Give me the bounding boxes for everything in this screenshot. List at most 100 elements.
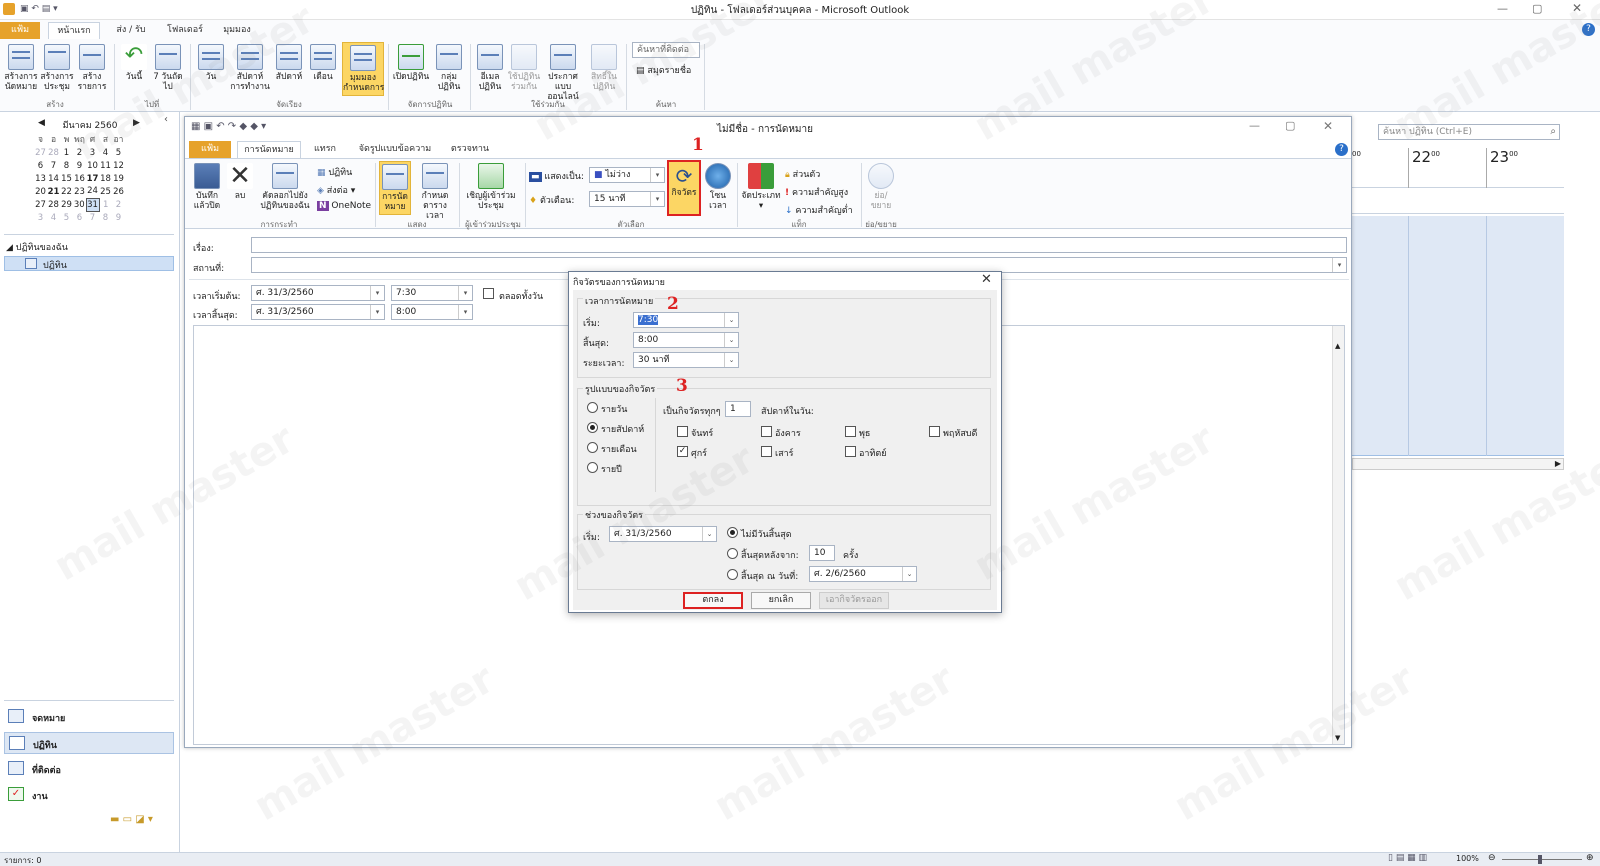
mini-calendar-day[interactable]: 15 [60,172,73,185]
calendar-hscroll[interactable]: ▶ [1352,458,1564,470]
remove-recurrence-button[interactable]: เอากิจวัตรออก [819,592,889,609]
nav-calendar[interactable]: ปฏิทิน [4,732,174,754]
mini-calendar-day[interactable]: 8 [99,211,112,224]
work-week-button[interactable]: สัปดาห์การทำงาน [230,44,270,92]
onenote-button[interactable]: N OneNote [317,201,371,211]
mini-calendar-day[interactable]: 14 [47,172,60,185]
tab-home[interactable]: หน้าแรก [48,22,100,39]
tab-file[interactable]: แฟ้ม [0,22,40,39]
appt-help-icon[interactable]: ? [1335,143,1348,156]
ok-button[interactable]: ตกลง [683,592,743,609]
mini-calendar-day[interactable]: 26 [112,185,125,198]
mini-calendar-day[interactable]: 3 [34,211,47,224]
collapse-pane-icon[interactable]: ‹ [164,114,168,125]
today-button[interactable]: ↶ วันนี้ [118,44,150,82]
new-appointment-button[interactable]: สร้างการนัดหมาย [2,44,40,92]
prev-month-icon[interactable]: ◀ [38,118,45,128]
end-date-input[interactable]: ศ. 31/3/2560 ▾ [251,304,385,320]
duration-input[interactable]: 30 นาที ⌄ [633,352,739,368]
dialog-close-icon[interactable]: ✕ [981,272,992,287]
mini-calendar-day[interactable]: 12 [112,159,125,172]
yearly-radio[interactable] [587,462,598,473]
my-calendars-header[interactable]: ◢ ปฏิทินของฉัน [6,240,68,254]
mini-calendar-day[interactable]: 29 [60,198,73,211]
mini-calendar-day[interactable]: 2 [73,146,86,159]
nav-shortcuts-icons[interactable]: ▬ ▭ ◪ ▾ [110,814,153,825]
publish-online-button[interactable]: ประกาศแบบออนไลน์ [542,44,584,102]
view-switch-icons[interactable]: ▯ ▤ ▦ ▥ [1388,853,1427,863]
mini-calendar-day[interactable]: 28 [47,198,60,211]
week-view-button[interactable]: สัปดาห์ [272,44,306,82]
calendar-schedule-blue[interactable] [1352,216,1564,456]
mini-calendar-day[interactable]: 5 [112,146,125,159]
mini-calendar-day[interactable]: 22 [60,185,73,198]
appt-tab-appointment[interactable]: การนัดหมาย [237,141,301,158]
private-button[interactable]: 🔒︎ ส่วนตัว [785,167,820,181]
mini-calendar-day[interactable]: 9 [73,159,86,172]
weekly-radio[interactable] [587,422,598,433]
reminder-dropdown[interactable]: 15 นาที ▾ [589,191,665,207]
address-book-button[interactable]: ▤ สมุดรายชื่อ [636,63,691,77]
tuesday-checkbox[interactable] [761,426,772,437]
calendar-search-input[interactable]: ค้นหา ปฏิทิน (Ctrl+E) ⌕ [1378,124,1560,140]
subject-input[interactable] [251,237,1347,253]
restore-icon[interactable]: ▢ [1532,2,1542,15]
categorize-button[interactable]: จัดประเภท ▾ [741,163,781,211]
close-icon[interactable]: ✕ [1572,1,1582,15]
mini-calendar-day[interactable]: 9 [112,211,125,224]
all-day-checkbox[interactable] [483,288,494,299]
end-by-radio[interactable] [727,569,738,580]
sunday-checkbox[interactable] [845,446,856,457]
mini-calendar-day[interactable]: 8 [60,159,73,172]
next-month-icon[interactable]: ▶ [133,118,140,128]
mini-calendar-day[interactable]: 6 [73,211,86,224]
schedule-view-button[interactable]: มุมมองกำหนดการ [342,42,384,96]
scheduling-button[interactable]: กำหนดตารางเวลา [415,163,455,221]
nav-mail[interactable]: จดหมาย [4,706,174,728]
notes-scrollbar[interactable]: ▲ ▼ [1332,326,1344,744]
new-meeting-button[interactable]: สร้างการประชุม [38,44,76,92]
mini-calendar-day[interactable]: 16 [73,172,86,185]
search-icon[interactable]: ⌕ [1550,125,1556,139]
mini-calendar-day[interactable]: 20 [34,185,47,198]
start-date-input[interactable]: ศ. 31/3/2560 ▾ [251,285,385,301]
month-view-button[interactable]: เดือน [306,44,340,82]
end-after-radio[interactable] [727,548,738,559]
zoom-slider-thumb[interactable] [1538,855,1542,864]
daily-radio[interactable] [587,402,598,413]
appt-minimize-icon[interactable]: — [1249,119,1260,132]
mini-calendar-day[interactable]: 11 [99,159,112,172]
zoom-slider[interactable] [1502,859,1582,860]
mini-calendar-day[interactable]: 7 [86,211,99,224]
mini-calendar-day[interactable]: 18 [99,172,112,185]
scroll-down-icon[interactable]: ▼ [1335,734,1340,742]
show-as-dropdown[interactable]: ■ ไม่ว่าง ▾ [589,167,665,183]
mini-calendar-day[interactable]: 1 [60,146,73,159]
high-importance-button[interactable]: ! ความสำคัญสูง [785,185,848,199]
next-7-days-button[interactable]: 7 วันถัดไป [150,44,186,92]
mini-calendar-day[interactable]: 30 [73,198,86,211]
scroll-right-icon[interactable]: ▶ [1555,459,1561,468]
wednesday-checkbox[interactable] [845,426,856,437]
mini-calendar-day[interactable]: 27 [34,146,47,159]
mini-calendar-day[interactable]: 4 [99,146,112,159]
nav-contacts[interactable]: ที่ติดต่อ [4,758,174,780]
recur-every-input[interactable]: 1 [725,401,751,417]
calendar-permissions-button[interactable]: สิทธิ์ในปฏิทิน [586,44,622,92]
monthly-radio[interactable] [587,442,598,453]
mini-calendar-day[interactable]: 6 [34,159,47,172]
mini-calendar-day[interactable]: 4 [47,211,60,224]
quick-access-toolbar[interactable]: ▣ ↶ ▤ ▾ [20,4,90,15]
tab-folder[interactable]: โฟลเดอร์ [160,22,210,39]
share-calendar-button[interactable]: ใช้ปฏิทินร่วมกัน [506,44,542,92]
mini-calendar-day[interactable]: 2 [112,198,125,211]
appt-tab-file[interactable]: แฟ้ม [189,141,231,158]
invite-attendees-button[interactable]: เชิญผู้เข้าร่วมประชุม [463,163,519,211]
mini-calendar-day[interactable]: 5 [60,211,73,224]
dialog-end-input[interactable]: 8:00 ⌄ [633,332,739,348]
mini-calendar-day[interactable]: 19 [112,172,125,185]
forward-button[interactable]: ◈ ส่งต่อ ▾ [317,183,355,197]
copy-to-calendar-button[interactable]: คัดลอกไปยังปฏิทินของฉัน [257,163,313,211]
start-time-input[interactable]: 7:30 ▾ [391,285,473,301]
new-items-button[interactable]: สร้างรายการ [74,44,110,92]
